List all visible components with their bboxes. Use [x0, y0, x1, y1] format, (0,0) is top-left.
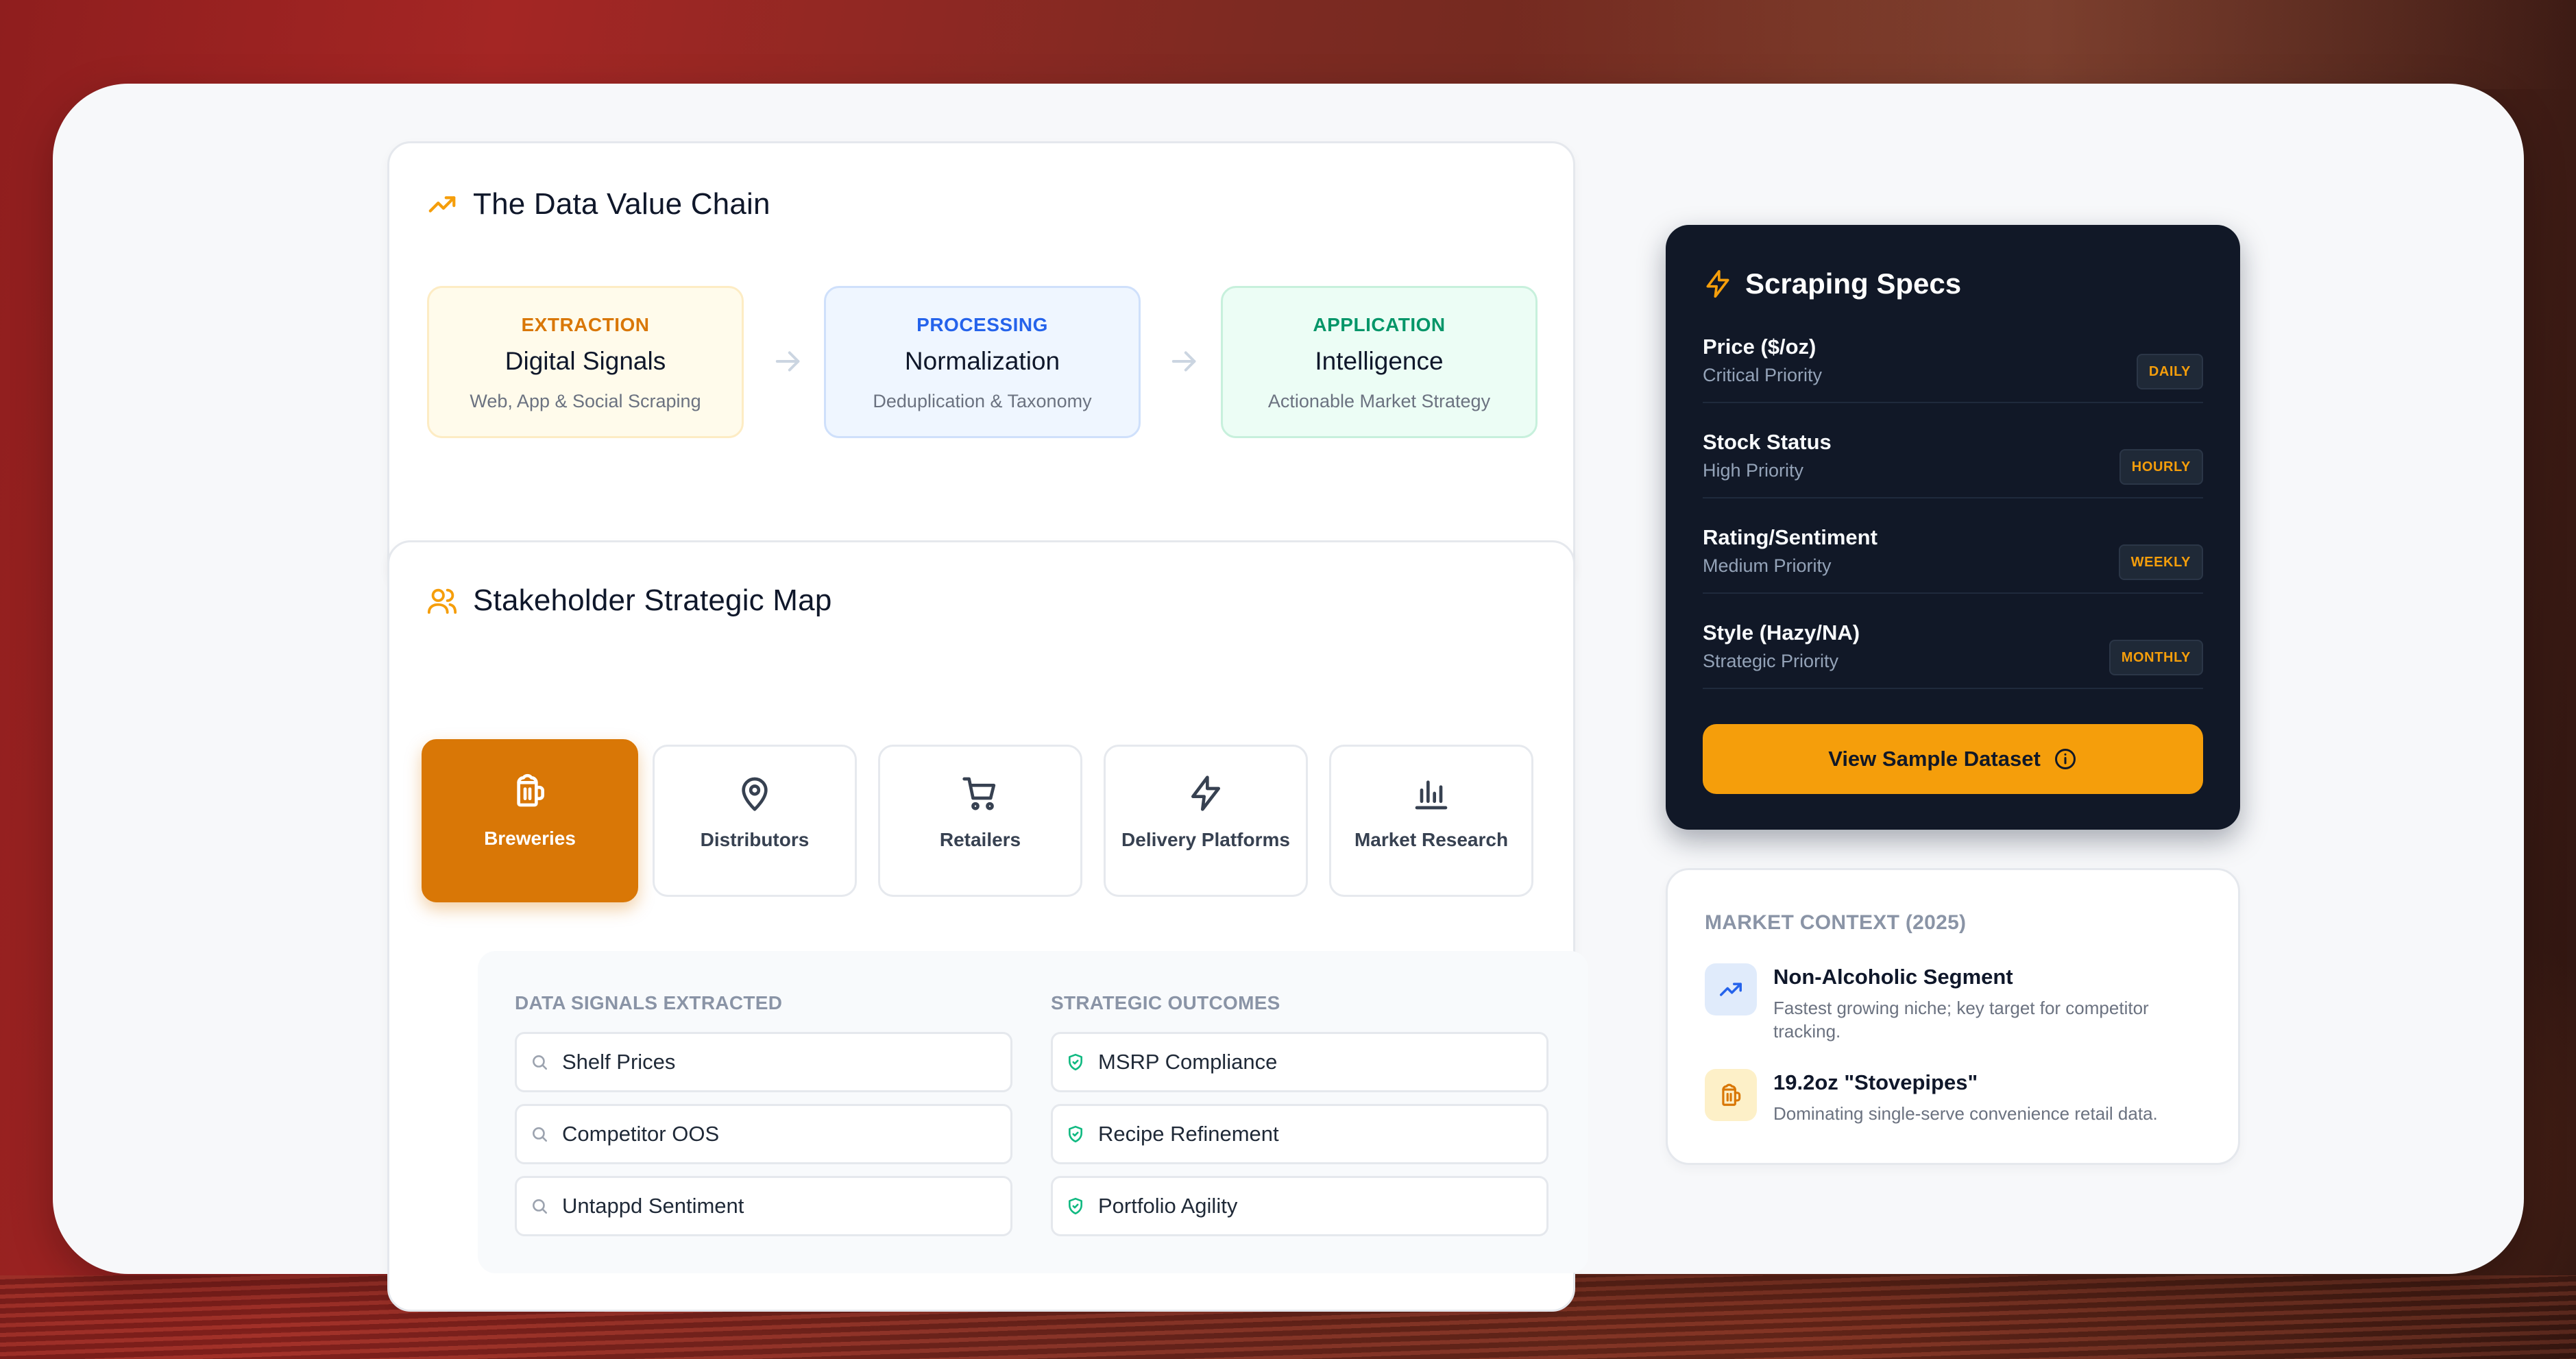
frequency-badge: WEEKLY	[2118, 544, 2203, 580]
spec-row: Price ($/oz) Critical Priority DAILY	[1703, 307, 2203, 403]
market-context-title: Non-Alcoholic Segment	[1773, 965, 2013, 989]
signal-label: Competitor OOS	[562, 1122, 720, 1146]
chain-step-subtitle: Web, App & Social Scraping	[470, 391, 701, 411]
search-icon	[533, 1127, 548, 1142]
tab-delivery-platforms[interactable]: Delivery Platforms	[1104, 745, 1308, 897]
tab-retailers[interactable]: Retailers	[878, 745, 1082, 897]
stakeholder-title-text: Stakeholder Strategic Map	[473, 584, 832, 617]
chain-step-title: Normalization	[904, 347, 1060, 375]
outcome-item: Portfolio Agility	[1051, 1176, 1548, 1236]
info-icon	[2054, 749, 2076, 769]
chain-step-application: APPLICATION Intelligence Actionable Mark…	[1221, 286, 1538, 438]
shield-check-icon	[1069, 1125, 1082, 1143]
signal-label: Shelf Prices	[562, 1050, 676, 1074]
tab-label: Breweries	[484, 828, 576, 849]
search-icon	[533, 1199, 548, 1214]
spec-name: Stock Status	[1703, 430, 1832, 454]
shopping-cart-icon	[962, 777, 996, 810]
value-chain-title: The Data Value Chain	[426, 187, 770, 221]
frequency-badge: DAILY	[2136, 354, 2203, 389]
spec-row: Style (Hazy/NA) Strategic Priority MONTH…	[1703, 593, 2203, 689]
chain-step-title: Intelligence	[1315, 347, 1444, 375]
beer-mug-icon	[1705, 1069, 1757, 1121]
specs-title-text: Scraping Specs	[1745, 267, 1962, 300]
tab-label: Distributors	[700, 829, 810, 850]
outcome-label: Portfolio Agility	[1098, 1194, 1238, 1218]
bar-chart-icon	[1415, 780, 1448, 810]
spec-row: Rating/Sentiment Medium Priority WEEKLY	[1703, 498, 2203, 594]
spec-name: Style (Hazy/NA)	[1703, 621, 1860, 645]
signal-item: Shelf Prices	[515, 1032, 1012, 1092]
lightning-icon	[1706, 269, 1729, 298]
signals-outcomes-block: DATA SIGNALS EXTRACTED STRATEGIC OUTCOME…	[478, 951, 1588, 1273]
tab-label: Delivery Platforms	[1121, 829, 1290, 850]
market-context-desc: Fastest growing niche; key target for co…	[1773, 998, 2149, 1042]
chain-step-key: EXTRACTION	[521, 314, 650, 335]
frequency-badge: HOURLY	[2119, 449, 2203, 485]
frequency-badge: MONTHLY	[2109, 640, 2203, 675]
market-context-desc: Dominating single-serve convenience reta…	[1773, 1103, 2158, 1124]
outcomes-heading: STRATEGIC OUTCOMES	[1051, 992, 1280, 1013]
signal-item: Competitor OOS	[515, 1104, 1012, 1164]
chain-step-key: PROCESSING	[916, 314, 1048, 335]
view-sample-dataset-button[interactable]: View Sample Dataset	[1703, 724, 2203, 794]
outcome-label: MSRP Compliance	[1098, 1050, 1278, 1074]
map-pin-icon	[742, 777, 768, 811]
main-card: The Data Value Chain EXTRACTION Digital …	[53, 84, 2524, 1312]
chain-step-key: APPLICATION	[1313, 314, 1446, 335]
spec-row: Stock Status High Priority HOURLY	[1703, 402, 2203, 498]
background-glow	[1508, 0, 2576, 89]
arrow-right-icon	[1171, 351, 1196, 372]
stakeholder-title: Stakeholder Strategic Map	[426, 584, 832, 618]
scraping-specs-panel: Scraping Specs Price ($/oz) Critical Pri…	[1666, 225, 2240, 830]
spec-priority: Medium Priority	[1703, 555, 1832, 576]
search-icon	[533, 1055, 548, 1070]
value-chain-panel: The Data Value Chain EXTRACTION Digital …	[387, 141, 1575, 588]
chain-step-subtitle: Actionable Market Strategy	[1267, 391, 1491, 411]
chain-step-extraction: EXTRACTION Digital Signals Web, App & So…	[427, 286, 744, 438]
signal-item: Untappd Sentiment	[515, 1176, 1012, 1236]
signal-label: Untappd Sentiment	[562, 1194, 744, 1218]
shield-check-icon	[1069, 1197, 1082, 1215]
chain-step-title: Digital Signals	[505, 347, 666, 375]
trending-up-icon	[1705, 963, 1757, 1015]
outcome-item: MSRP Compliance	[1051, 1032, 1548, 1092]
market-context-title: 19.2oz "Stovepipes"	[1773, 1070, 1978, 1094]
spec-name: Price ($/oz)	[1703, 335, 1816, 359]
tab-breweries[interactable]: Breweries	[422, 739, 638, 902]
outcome-item: Recipe Refinement	[1051, 1104, 1548, 1164]
tab-distributors[interactable]: Distributors	[653, 745, 857, 897]
spec-name: Rating/Sentiment	[1703, 525, 1878, 549]
shield-check-icon	[1069, 1053, 1082, 1071]
trending-up-icon	[428, 196, 456, 213]
chain-step-processing: PROCESSING Normalization Deduplication &…	[824, 286, 1141, 438]
tab-market-research[interactable]: Market Research	[1329, 745, 1533, 897]
value-chain-title-text: The Data Value Chain	[473, 187, 770, 221]
arrow-right-icon	[775, 351, 800, 372]
tab-label: Retailers	[939, 829, 1021, 850]
spec-priority: High Priority	[1703, 460, 1804, 481]
beer-mug-icon	[517, 773, 544, 807]
market-context-heading: MARKET CONTEXT (2025)	[1705, 911, 1967, 934]
spec-priority: Strategic Priority	[1703, 651, 1839, 671]
tab-label: Market Research	[1354, 829, 1509, 850]
spec-priority: Critical Priority	[1703, 365, 1823, 385]
chain-step-subtitle: Deduplication & Taxonomy	[873, 391, 1092, 411]
outcome-label: Recipe Refinement	[1098, 1122, 1279, 1146]
users-icon	[427, 588, 457, 614]
lightning-icon	[1191, 775, 1220, 811]
specs-title: Scraping Specs	[1703, 267, 1961, 300]
cta-label: View Sample Dataset	[1828, 747, 2041, 771]
market-context-panel: MARKET CONTEXT (2025) Non-Alcoholic Segm…	[1666, 868, 2240, 1165]
signals-heading: DATA SIGNALS EXTRACTED	[515, 992, 783, 1013]
